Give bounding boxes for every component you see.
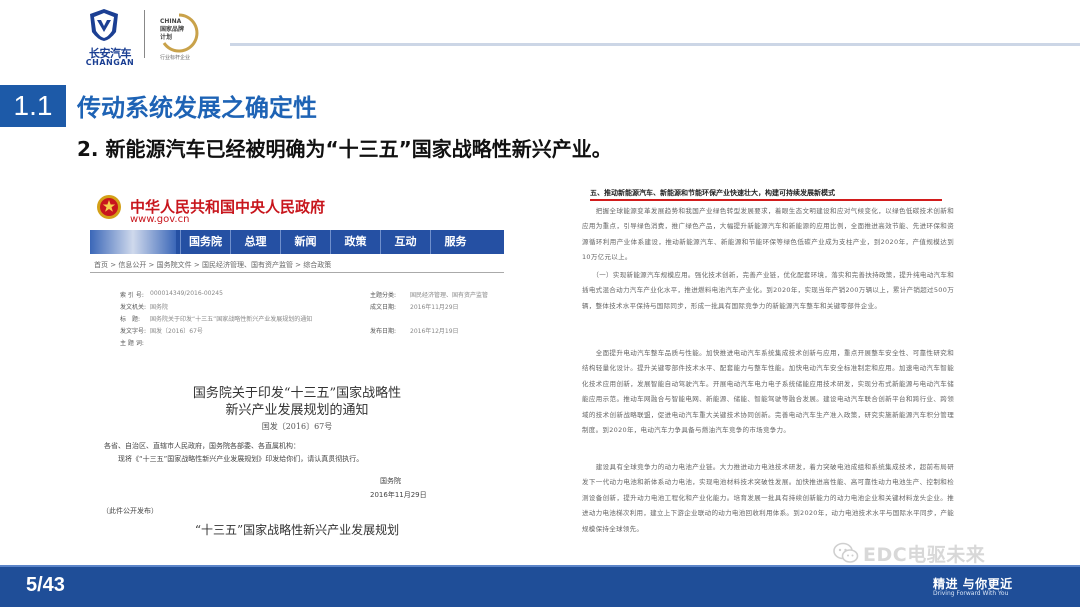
notice-date: 2016年11月29日 xyxy=(370,491,427,499)
gov-nav-item[interactable]: 政策 xyxy=(330,230,380,254)
meta-key: 发文字号: xyxy=(120,328,147,335)
notice-title-line: 新兴产业发展规划的通知 xyxy=(225,403,369,418)
meta-value: 国发〔2016〕67号 xyxy=(150,328,203,335)
meta-row: 索 引 号: 000014349/2016-00245 主题分类: 国民经济管理… xyxy=(120,290,500,300)
header-rule xyxy=(230,43,1080,46)
meta-value: 国务院 xyxy=(150,304,169,311)
meta-key: 发文机关: xyxy=(120,304,147,311)
footer-slogan-en: Driving Forward With You xyxy=(933,590,1009,597)
gov-nav-item[interactable]: 总理 xyxy=(230,230,280,254)
watermark-text: EDC电驱未来 xyxy=(863,543,986,566)
meta-value: 000014349/2016-00245 xyxy=(150,290,223,297)
excerpt-paragraph: （一）实现新能源汽车规模应用。强化技术创新，完善产业链，优化配套环境，落实和完善… xyxy=(582,271,954,310)
changan-emblem-icon xyxy=(90,9,118,41)
badge-line: 计划 xyxy=(160,34,173,41)
meta-key: 发布日期: xyxy=(370,328,397,335)
meta-key: 成文日期: xyxy=(370,304,397,311)
excerpt-paragraph: 全面提升电动汽车整车品质与性能。加快推进电动汽车系统集成技术创新与应用，重点开展… xyxy=(582,349,954,435)
notice-body-line: 现将《“十三五”国家战略性新兴产业发展规划》印发给你们，请认真贯彻执行。 xyxy=(104,455,364,463)
gov-nav-item[interactable]: 国务院 xyxy=(180,230,230,254)
meta-key: 索 引 号: xyxy=(120,292,144,299)
notice-body-line: 各省、自治区、直辖市人民政府，国务院各部委、各直属机构： xyxy=(104,442,300,450)
gov-site-url: www.gov.cn xyxy=(130,214,190,225)
gov-nav-item[interactable]: 互动 xyxy=(380,230,430,254)
notice-number: 国发〔2016〕67号 xyxy=(261,422,333,431)
excerpt-paragraph: 把握全球能源变革发展趋势和我国产业绿色转型发展要求，着眼生态文明建设和应对气候变… xyxy=(582,207,954,262)
gov-nav-item[interactable]: 新闻 xyxy=(280,230,330,254)
meta-row: 发文机关: 国务院 成文日期: 2016年11月29日 xyxy=(120,302,500,312)
meta-row: 发文字号: 国发〔2016〕67号 发布日期: 2016年12月19日 xyxy=(120,326,500,336)
excerpt-paragraph: 建设具有全球竞争力的动力电池产业链。大力推进动力电池技术研发，着力突破电池成组和… xyxy=(582,463,954,533)
badge-text: CHINA 国家品牌 计划 xyxy=(160,18,184,42)
watermark: EDC电驱未来 xyxy=(833,540,985,566)
section-number: 1.1 xyxy=(0,85,66,127)
gov-nav: 国务院 总理 新闻 政策 互动 服务 xyxy=(180,230,480,254)
red-underline xyxy=(590,199,942,201)
logo-divider xyxy=(144,10,145,58)
meta-key: 主题分类: xyxy=(370,292,397,299)
meta-value: 国务院关于印发“十三五”国家战略性新兴产业发展规划的通知 xyxy=(150,316,313,323)
page-number: 5/43 xyxy=(26,574,65,596)
meta-key: 标 题: xyxy=(120,316,141,323)
meta-row: 主 题 词: xyxy=(120,338,500,348)
excerpt-heading: 五、推动新能源汽车、新能源和节能环保产业快速壮大，构建可持续发展新模式 xyxy=(590,189,835,197)
document-meta-table: 索 引 号: 000014349/2016-00245 主题分类: 国民经济管理… xyxy=(120,290,500,355)
meta-row: 标 题: 国务院关于印发“十三五”国家战略性新兴产业发展规划的通知 xyxy=(120,314,500,324)
badge-sub: 行业标杆企业 xyxy=(160,55,191,61)
badge-line: CHINA xyxy=(160,18,182,25)
section-title: 传动系统发展之确定性 xyxy=(77,94,317,122)
tiananmen-image xyxy=(90,230,176,254)
divider xyxy=(90,272,504,273)
breadcrumb[interactable]: 首页 > 信息公开 > 国务院文件 > 国民经济管理、国有资产监管 > 综合政策 xyxy=(94,260,504,270)
footer-bar xyxy=(0,565,1080,607)
slide-subtitle: 2. 新能源汽车已经被明确为“十三五”国家战略性新兴产业。 xyxy=(77,137,612,161)
notice-public-note: （此件公开发布） xyxy=(102,507,158,515)
gov-document-screenshot: 中华人民共和国中央人民政府 www.gov.cn 国务院 总理 新闻 政策 互动… xyxy=(90,180,510,570)
plan-title: “十三五”国家战略性新兴产业发展规划 xyxy=(194,523,400,537)
national-emblem-icon xyxy=(97,195,121,219)
gov-nav-item[interactable]: 服务 xyxy=(430,230,480,254)
meta-value: 2016年11月29日 xyxy=(410,304,459,311)
badge-line: 国家品牌 xyxy=(160,26,185,33)
footer-accent xyxy=(0,565,1080,567)
policy-excerpt: 五、推动新能源汽车、新能源和节能环保产业快速壮大，构建可持续发展新模式 把握全球… xyxy=(582,188,958,548)
notice-title: 国务院关于印发“十三五”国家战略性 新兴产业发展规划的通知 xyxy=(90,385,504,419)
wechat-icon xyxy=(833,542,859,563)
notice-signature: 国务院 xyxy=(380,477,401,485)
notice-body: 各省、自治区、直辖市人民政府，国务院各部委、各直属机构： 现将《“十三五”国家战… xyxy=(104,440,484,466)
meta-key: 主 题 词: xyxy=(120,340,144,347)
logo-en-text: CHANGAN xyxy=(85,58,135,67)
notice-title-line: 国务院关于印发“十三五”国家战略性 xyxy=(192,386,402,401)
meta-value: 2016年12月19日 xyxy=(410,328,459,335)
meta-value: 国民经济管理、国有资产监管 xyxy=(410,292,489,299)
